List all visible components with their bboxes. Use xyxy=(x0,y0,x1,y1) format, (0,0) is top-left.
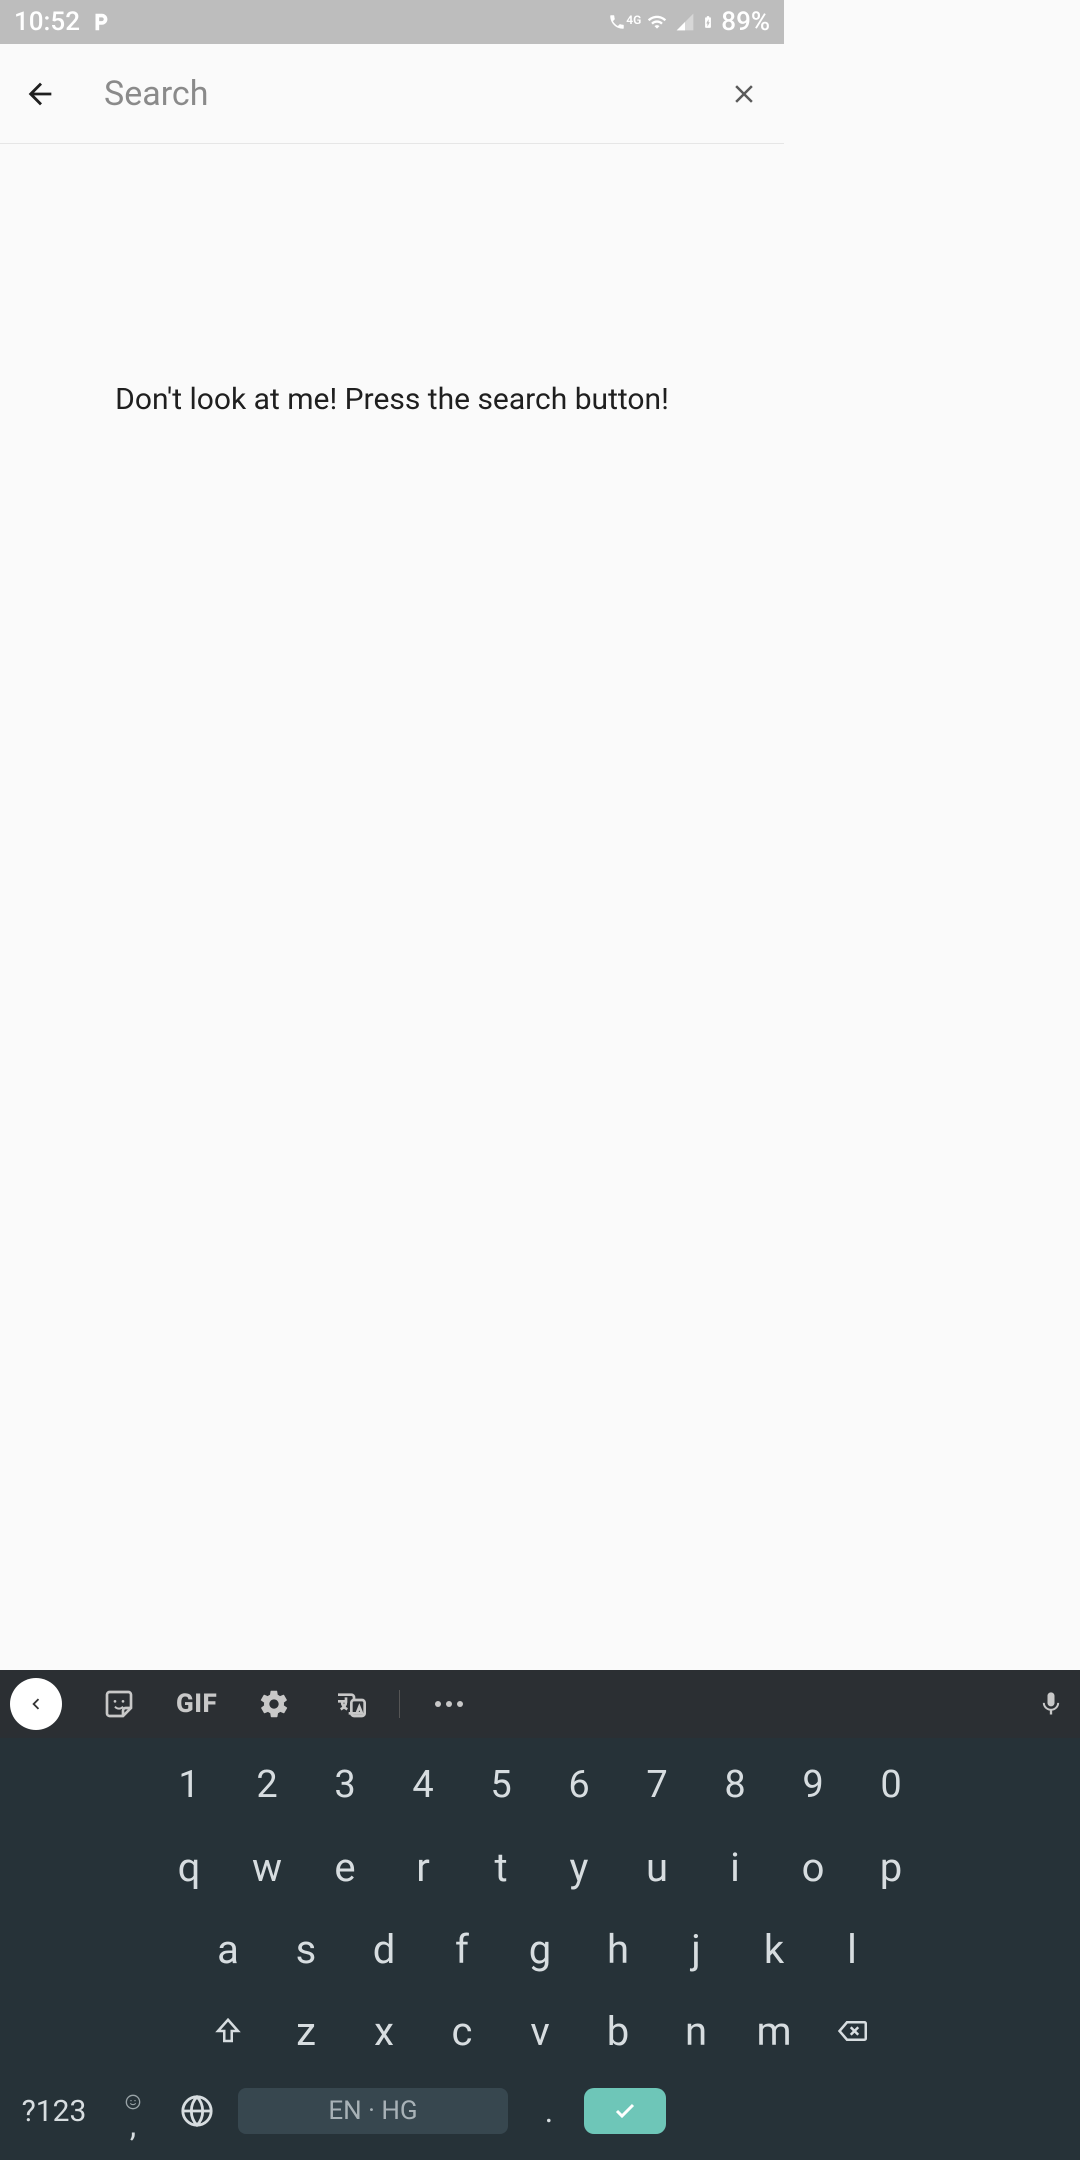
content-area: Don't look at me! Press the search butto… xyxy=(0,144,784,654)
status-right: 4G 89% xyxy=(608,7,770,37)
key-x[interactable]: x xyxy=(345,1990,423,2072)
key-l[interactable]: l xyxy=(813,1908,891,1990)
key-c[interactable]: c xyxy=(423,1990,501,2072)
translate-icon xyxy=(334,1688,366,1720)
key-g[interactable]: g xyxy=(501,1908,579,1990)
status-left: 10:52 xyxy=(14,7,112,37)
key-4[interactable]: 4 xyxy=(384,1744,462,1826)
key-h[interactable]: h xyxy=(579,1908,657,1990)
keyboard-number-row: 1 2 3 4 5 6 7 8 9 0 xyxy=(0,1744,1080,1826)
toolbar-divider xyxy=(399,1690,400,1718)
key-s[interactable]: s xyxy=(267,1908,345,1990)
key-d[interactable]: d xyxy=(345,1908,423,1990)
key-7[interactable]: 7 xyxy=(618,1744,696,1826)
gif-button[interactable]: GIF xyxy=(176,1689,217,1719)
app-bar xyxy=(0,44,784,144)
status-bar: 10:52 4G 89% xyxy=(0,0,784,44)
key-u[interactable]: u xyxy=(618,1826,696,1908)
keyboard-collapse-button[interactable] xyxy=(10,1678,62,1730)
key-6[interactable]: 6 xyxy=(540,1744,618,1826)
keyboard-toolbar: GIF xyxy=(0,1670,1080,1738)
key-y[interactable]: y xyxy=(540,1826,618,1908)
key-3[interactable]: 3 xyxy=(306,1744,384,1826)
key-q[interactable]: q xyxy=(150,1826,228,1908)
keyboard-keys: 1 2 3 4 5 6 7 8 9 0 q w e r t y u i o p … xyxy=(0,1738,1080,2160)
keyboard-asdf-row: a s d f g h j k l xyxy=(0,1908,1080,1990)
key-o[interactable]: o xyxy=(774,1826,852,1908)
key-9[interactable]: 9 xyxy=(774,1744,852,1826)
key-e[interactable]: e xyxy=(306,1826,384,1908)
key-period[interactable]: . xyxy=(520,2092,578,2130)
key-comma[interactable]: , xyxy=(104,2092,162,2130)
key-w[interactable]: w xyxy=(228,1826,306,1908)
key-search-enter[interactable] xyxy=(584,2088,666,2134)
call-4g-icon: 4G xyxy=(608,13,639,31)
keyboard-zxcv-row: z x c v b n m xyxy=(0,1990,1080,2072)
key-k[interactable]: k xyxy=(735,1908,813,1990)
key-0[interactable]: 0 xyxy=(852,1744,930,1826)
key-symbols[interactable]: ?123 xyxy=(10,2094,98,2129)
battery-charging-icon xyxy=(701,11,715,33)
key-m[interactable]: m xyxy=(735,1990,813,2072)
key-j[interactable]: j xyxy=(657,1908,735,1990)
keyboard-bottom-row: ?123 , EN · HG . xyxy=(0,2072,1080,2150)
key-a[interactable]: a xyxy=(189,1908,267,1990)
close-icon xyxy=(729,79,759,109)
key-z[interactable]: z xyxy=(267,1990,345,2072)
checkmark-icon xyxy=(610,2099,640,2123)
key-t[interactable]: t xyxy=(462,1826,540,1908)
status-time: 10:52 xyxy=(14,7,80,37)
backspace-icon xyxy=(834,2016,870,2046)
wifi-icon xyxy=(645,12,669,32)
clear-button[interactable] xyxy=(722,72,766,116)
search-input[interactable] xyxy=(62,74,722,114)
arrow-back-icon xyxy=(23,77,57,111)
key-2[interactable]: 2 xyxy=(228,1744,306,1826)
battery-percentage: 89% xyxy=(721,7,770,37)
gear-icon xyxy=(258,1688,290,1720)
key-i[interactable]: i xyxy=(696,1826,774,1908)
voice-input-button[interactable] xyxy=(1032,1685,1070,1723)
network-label: 4G xyxy=(626,13,641,27)
sticker-icon xyxy=(103,1688,135,1720)
translate-button[interactable] xyxy=(331,1685,369,1723)
chevron-left-icon xyxy=(25,1693,47,1715)
key-n[interactable]: n xyxy=(657,1990,735,2072)
microphone-icon xyxy=(1037,1688,1065,1720)
key-b[interactable]: b xyxy=(579,1990,657,2072)
globe-icon xyxy=(180,2094,214,2128)
key-backspace[interactable] xyxy=(813,1990,891,2072)
parking-icon xyxy=(90,11,112,33)
key-shift[interactable] xyxy=(189,1990,267,2072)
keyboard-qwerty-row: q w e r t y u i o p xyxy=(0,1826,1080,1908)
key-language[interactable] xyxy=(168,2094,226,2128)
more-button[interactable] xyxy=(430,1685,468,1723)
key-1[interactable]: 1 xyxy=(150,1744,228,1826)
empty-state-message: Don't look at me! Press the search butto… xyxy=(115,382,669,417)
key-8[interactable]: 8 xyxy=(696,1744,774,1826)
key-f[interactable]: f xyxy=(423,1908,501,1990)
shift-icon xyxy=(213,2016,243,2046)
soft-keyboard: GIF 1 2 3 4 5 6 7 8 9 0 q w xyxy=(0,1670,1080,2160)
key-5[interactable]: 5 xyxy=(462,1744,540,1826)
more-dots-icon xyxy=(435,1701,463,1707)
key-space[interactable]: EN · HG xyxy=(238,2088,508,2134)
sticker-button[interactable] xyxy=(100,1685,138,1723)
settings-button[interactable] xyxy=(255,1685,293,1723)
cellular-signal-icon xyxy=(675,12,695,32)
key-p[interactable]: p xyxy=(852,1826,930,1908)
back-button[interactable] xyxy=(18,72,62,116)
key-r[interactable]: r xyxy=(384,1826,462,1908)
key-v[interactable]: v xyxy=(501,1990,579,2072)
